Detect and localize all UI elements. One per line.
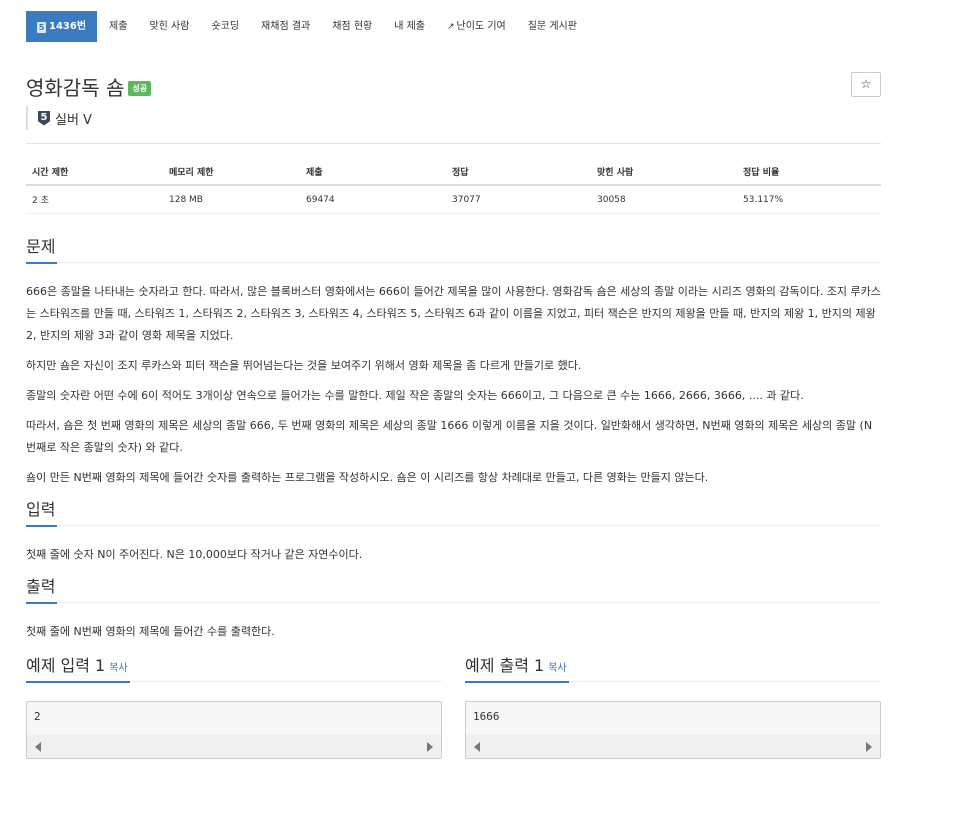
tab-short-coding[interactable]: 숏코딩	[201, 11, 249, 42]
tab-solved-users[interactable]: 맞힌 사람	[139, 11, 199, 42]
title-row: 영화감독 숌 성공 ☆	[26, 72, 881, 100]
sample-output-header: 예제 출력 1 복사	[465, 655, 881, 683]
description-paragraph: 하지만 숌은 자신이 조지 루카스와 피터 잭슨을 뛰어넘는다는 것을 보여주기…	[26, 359, 582, 372]
time-limit-header: 시간 제한	[26, 164, 163, 186]
input-section-header: 입력	[26, 499, 881, 527]
sample-output-value: 1666	[473, 710, 500, 723]
memory-limit-header: 메모리 제한	[163, 164, 300, 186]
output-section-header: 출력	[26, 576, 881, 604]
silver-tier-icon: 5	[38, 110, 50, 126]
divider	[26, 143, 881, 144]
problem-tabs: 5 1436번 제출 맞힌 사람 숏코딩 재채점 결과 채점 현황 내 제출 ↗ 난…	[26, 11, 881, 42]
description-paragraph: 666은 종말을 나타내는 숫자라고 한다. 따라서, 많은 블록버스터 영화에…	[26, 285, 881, 342]
star-icon: ☆	[860, 77, 872, 91]
tier-badge-icon: 5	[37, 22, 46, 33]
output-description: 첫째 줄에 N번째 영화의 제목에 들어간 수를 출력한다.	[26, 621, 881, 643]
tab-judge-status[interactable]: 채점 현황	[322, 11, 382, 42]
submissions-value: 69474	[300, 185, 446, 214]
problem-section-title: 문제	[26, 237, 58, 264]
description-paragraph: 따라서, 숌은 첫 번째 영화의 제목은 세상의 종말 666, 두 번째 영화…	[26, 419, 873, 454]
stats-header-row: 시간 제한 메모리 제한 제출 정답 맞힌 사람 정답 비율	[26, 164, 881, 186]
sample-input-box[interactable]: 2	[26, 701, 442, 759]
problem-stats-table: 시간 제한 메모리 제한 제출 정답 맞힌 사람 정답 비율 2 초 128 M…	[26, 164, 881, 214]
tab-problem-number[interactable]: 5 1436번	[26, 11, 98, 42]
tab-difficulty-contribution[interactable]: ↗ 난이도 기여	[437, 11, 516, 42]
scroll-left-icon[interactable]	[474, 742, 480, 752]
description-paragraph: 숌이 만든 N번째 영화의 제목에 들어간 숫자를 출력하는 프로그램을 작성하…	[26, 471, 709, 484]
input-description: 첫째 줄에 숫자 N이 주어진다. N은 10,000보다 작거나 같은 자연수…	[26, 544, 881, 566]
sample-input-title-text: 예제 입력 1	[26, 656, 106, 675]
tab-rejudge-results[interactable]: 재채점 결과	[251, 11, 320, 42]
tier-row: 5 실버 V	[26, 106, 881, 130]
description-paragraph: 종말의 숫자란 어떤 수에 6이 적어도 3개이상 연속으로 들어가는 수를 말…	[26, 389, 804, 402]
scroll-right-icon[interactable]	[866, 742, 872, 752]
sample-input-value: 2	[34, 710, 41, 723]
result-badge: 성공	[128, 81, 152, 96]
submissions-header: 제출	[300, 164, 446, 186]
copy-input-link[interactable]: 복사	[109, 663, 127, 674]
accepted-header: 정답	[446, 164, 591, 186]
input-section-title: 입력	[26, 500, 58, 527]
memory-limit-value: 128 MB	[163, 185, 300, 214]
tab-submit[interactable]: 제출	[99, 11, 137, 42]
time-limit-value: 2 초	[26, 185, 163, 214]
tab-qna-board[interactable]: 질문 게시판	[518, 11, 587, 42]
problem-description: 666은 종말을 나타내는 숫자라고 한다. 따라서, 많은 블록버스터 영화에…	[26, 281, 881, 489]
tier-label: 실버 V	[55, 112, 92, 128]
sample-output: 예제 출력 1 복사 1666	[465, 655, 881, 759]
external-link-icon: ↗	[447, 22, 455, 32]
solved-users-value: 30058	[591, 185, 737, 214]
problem-page: 5 1436번 제출 맞힌 사람 숏코딩 재채점 결과 채점 현황 내 제출 ↗ 난…	[26, 11, 881, 759]
output-section-title: 출력	[26, 577, 58, 604]
sample-io: 예제 입력 1 복사 2 예제 출력 1 복사 1666	[26, 655, 881, 759]
copy-output-link[interactable]: 복사	[548, 663, 566, 674]
accepted-value: 37077	[446, 185, 591, 214]
sample-output-box[interactable]: 1666	[465, 701, 881, 759]
accept-ratio-header: 정답 비율	[737, 164, 881, 186]
sample-output-title: 예제 출력 1 복사	[465, 656, 569, 683]
page-title: 영화감독 숌	[26, 76, 125, 100]
tab-my-submissions[interactable]: 내 제출	[384, 11, 435, 42]
favorite-star-button[interactable]: ☆	[851, 72, 881, 97]
sample-input: 예제 입력 1 복사 2	[26, 655, 442, 759]
stats-value-row: 2 초 128 MB 69474 37077 30058 53.117%	[26, 185, 881, 214]
horizontal-scrollbar[interactable]	[466, 735, 880, 758]
horizontal-scrollbar[interactable]	[27, 735, 441, 758]
accept-ratio-value: 53.117%	[737, 185, 881, 214]
sample-input-title: 예제 입력 1 복사	[26, 656, 130, 683]
tab-label: 1436번	[49, 21, 87, 32]
tab-label: 난이도 기여	[456, 21, 506, 32]
output-text: 첫째 줄에 N번째 영화의 제목에 들어간 수를 출력한다.	[26, 625, 275, 638]
sample-input-header: 예제 입력 1 복사	[26, 655, 442, 683]
input-text: 첫째 줄에 숫자 N이 주어진다. N은 10,000보다 작거나 같은 자연수…	[26, 548, 363, 561]
scroll-left-icon[interactable]	[35, 742, 41, 752]
problem-section-header: 문제	[26, 236, 881, 264]
sample-output-title-text: 예제 출력 1	[465, 656, 545, 675]
solved-users-header: 맞힌 사람	[591, 164, 737, 186]
scroll-right-icon[interactable]	[427, 742, 433, 752]
